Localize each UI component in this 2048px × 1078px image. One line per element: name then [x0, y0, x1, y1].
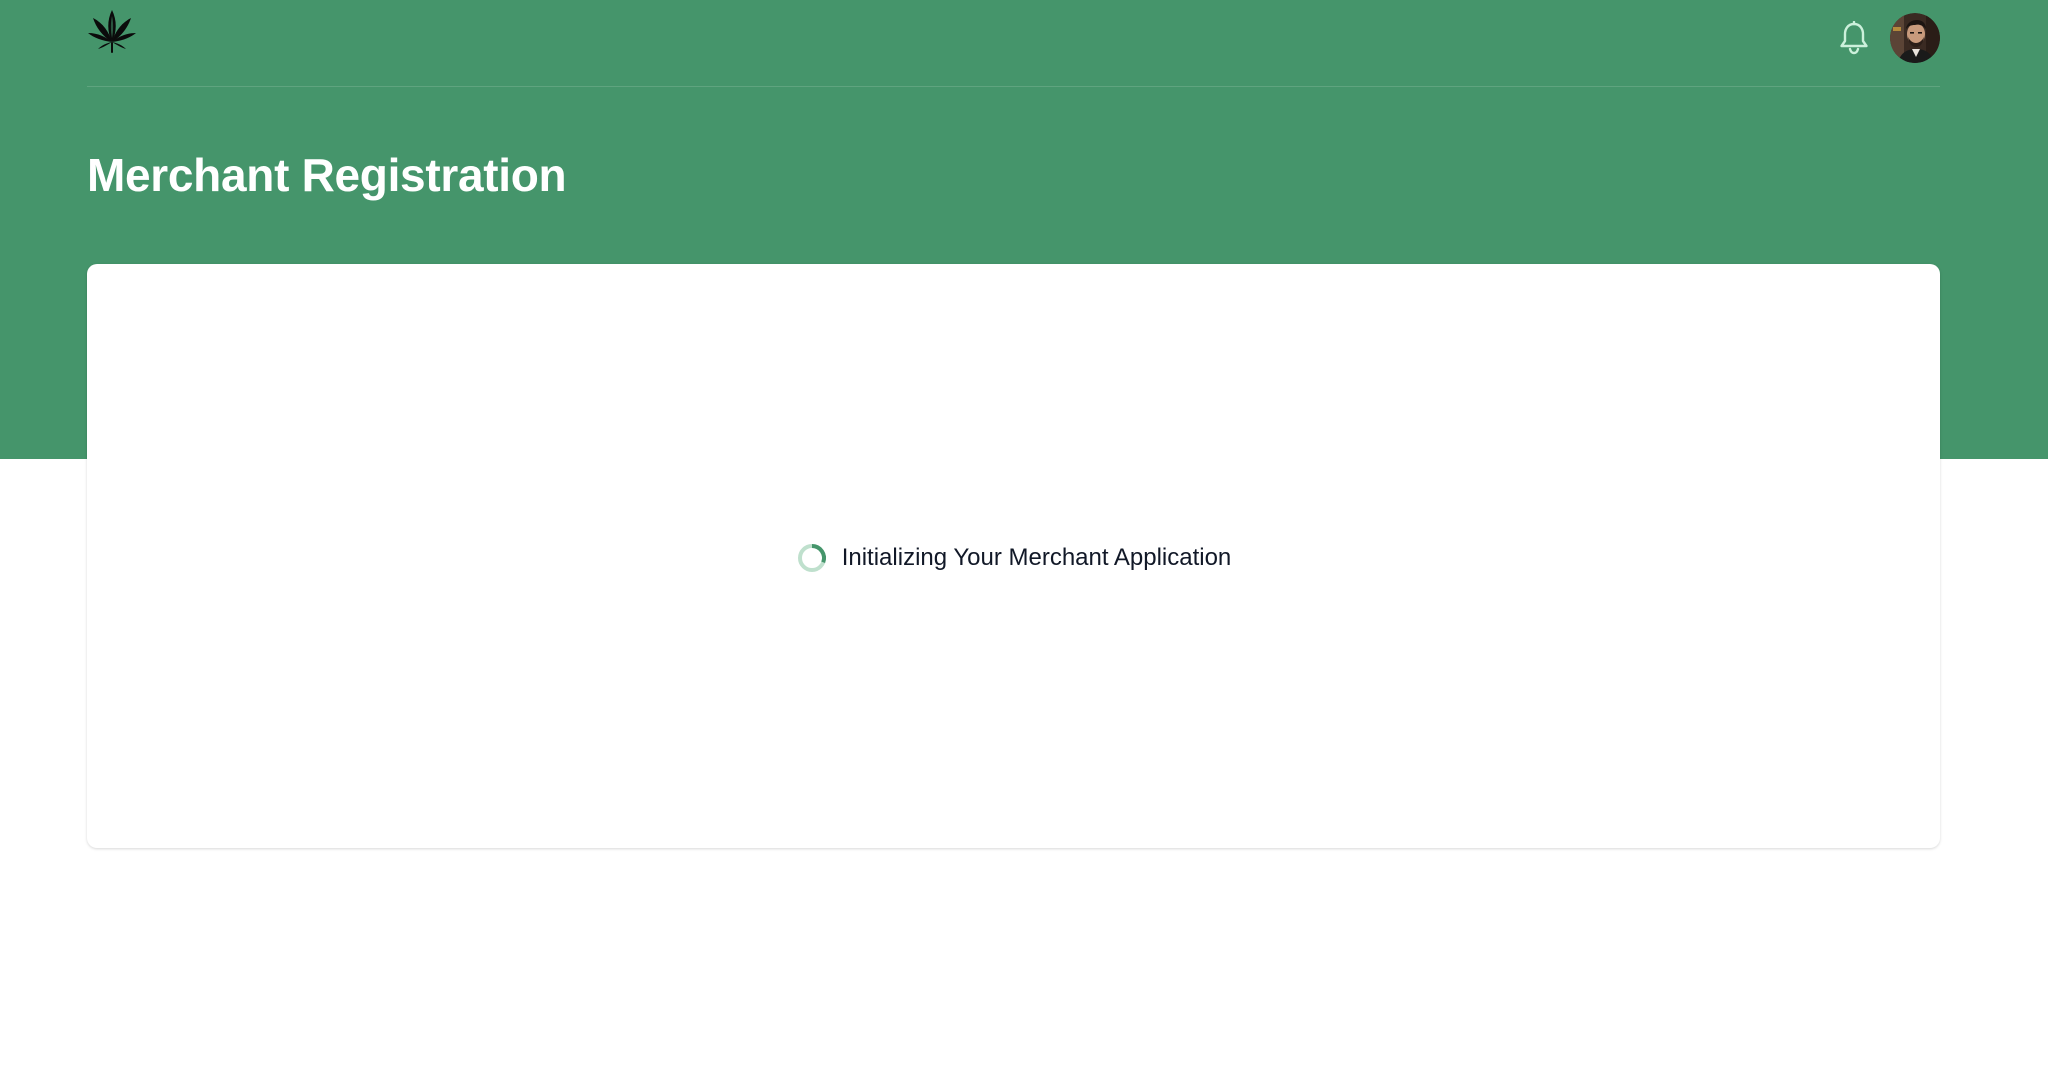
loading-indicator: Initializing Your Merchant Application — [87, 540, 1940, 576]
top-navigation-bar — [87, 0, 1940, 87]
user-avatar[interactable] — [1890, 13, 1940, 63]
notification-bell-icon[interactable] — [1838, 20, 1870, 55]
loading-message: Initializing Your Merchant Application — [841, 544, 1232, 571]
page-title: Merchant Registration — [87, 149, 567, 201]
registration-card: Initializing Your Merchant Application — [87, 264, 1940, 848]
cannabis-leaf-icon[interactable] — [87, 10, 137, 58]
spinner-icon — [796, 542, 828, 574]
